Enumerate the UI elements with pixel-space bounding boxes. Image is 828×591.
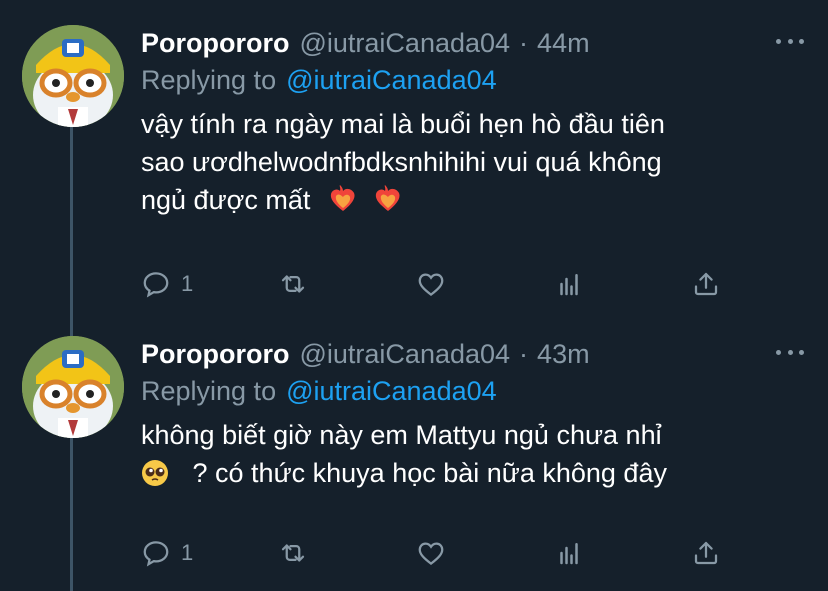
tweet-text-segment: ? có thức khuya học bài nữa không đây: [192, 458, 667, 488]
more-icon[interactable]: [776, 31, 804, 51]
reply-icon: [143, 272, 169, 298]
avatar[interactable]: [22, 25, 124, 127]
like-icon: [418, 273, 444, 297]
retweet-button[interactable]: [278, 535, 308, 571]
tweet-text-line: ? có thức khuya học bài nữa không đây: [141, 454, 808, 492]
tweet-text-line: không biết giờ này em Mattyu ngủ chưa nh…: [141, 420, 662, 450]
share-icon: [694, 272, 718, 296]
pleading-face-icon: [142, 460, 168, 486]
user-handle[interactable]: @iutraiCanada04: [300, 28, 511, 59]
like-icon: [418, 542, 444, 566]
tweet-text: không biết giờ này em Mattyu ngủ chưa nh…: [141, 416, 808, 492]
reply-count: 1: [181, 540, 194, 565]
display-name[interactable]: Poropororo: [141, 28, 290, 59]
like-button[interactable]: [416, 266, 446, 302]
tweet-text-line: sao ươdhelwodnfbdksnhihihi vui quá không: [141, 147, 662, 177]
separator: ·: [519, 27, 529, 58]
reply-button[interactable]: 1: [141, 266, 193, 302]
tweet-header: Poropororo @iutraiCanada04 · 44m: [141, 25, 808, 61]
tweet-content: Poropororo @iutraiCanada04 · 43m Replyin…: [141, 336, 808, 492]
avatar[interactable]: [22, 336, 124, 438]
heart-on-fire-icon: [330, 185, 355, 211]
retweet-icon: [281, 544, 305, 562]
separator: ·: [519, 338, 529, 369]
retweet-button[interactable]: [278, 266, 308, 302]
display-name[interactable]: Poropororo: [141, 339, 290, 370]
more-icon[interactable]: [776, 342, 804, 362]
tweet-content: Poropororo @iutraiCanada04 · 44m Replyin…: [141, 25, 808, 219]
share-button[interactable]: [691, 535, 721, 571]
tweet-text-line: ngủ được mất: [141, 181, 808, 219]
tweet-text-segment: ngủ được mất: [141, 185, 311, 215]
reply-count: 1: [181, 271, 194, 296]
analytics-icon: [560, 543, 578, 565]
share-icon: [694, 541, 718, 565]
tweet-header: Poropororo @iutraiCanada04 · 43m: [141, 336, 808, 372]
replying-prefix: Replying to: [141, 64, 277, 95]
share-button[interactable]: [691, 266, 721, 302]
mention-link[interactable]: @iutraiCanada04: [286, 65, 497, 96]
tweet-text-line: vậy tính ra ngày mai là buổi hẹn hò đầu …: [141, 109, 665, 139]
mention-link[interactable]: @iutraiCanada04: [286, 376, 497, 407]
like-button[interactable]: [416, 535, 446, 571]
replying-to: Replying to @iutraiCanada04: [141, 61, 808, 99]
replying-to: Replying to @iutraiCanada04: [141, 372, 808, 410]
timestamp[interactable]: 43m: [537, 339, 590, 370]
reply-icon: [143, 541, 169, 567]
heart-on-fire-icon: [376, 185, 400, 211]
user-handle[interactable]: @iutraiCanada04: [300, 339, 511, 370]
thread-line: [70, 438, 73, 591]
timeline: Poropororo @iutraiCanada04 · 44m Replyin…: [0, 0, 828, 591]
analytics-button[interactable]: [554, 535, 584, 571]
timestamp[interactable]: 44m: [537, 28, 590, 59]
tweet-text: vậy tính ra ngày mai là buổi hẹn hò đầu …: [141, 105, 808, 219]
analytics-icon: [560, 274, 578, 296]
replying-prefix: Replying to: [141, 375, 277, 406]
retweet-icon: [281, 275, 305, 293]
thread-line: [70, 124, 73, 336]
tweet-actions: 1: [141, 266, 741, 302]
reply-button[interactable]: 1: [141, 535, 193, 571]
tweet-actions: 1: [141, 535, 741, 571]
analytics-button[interactable]: [554, 266, 584, 302]
